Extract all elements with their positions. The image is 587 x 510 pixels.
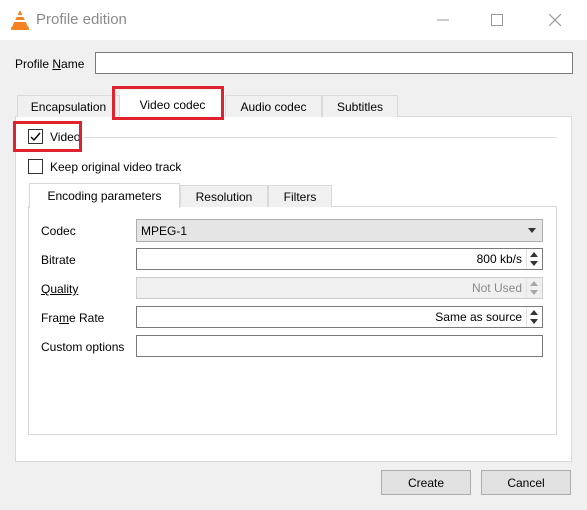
vlc-cone-icon xyxy=(10,9,30,31)
spin-up-icon xyxy=(530,281,538,286)
spin-up-icon xyxy=(530,252,538,257)
profile-name-input[interactable] xyxy=(95,52,573,74)
minimize-button[interactable] xyxy=(418,0,468,40)
profile-name-label: Profile Name xyxy=(15,57,85,71)
video-group-line xyxy=(84,137,557,138)
codec-select[interactable]: MPEG-1 xyxy=(136,219,543,242)
chevron-down-icon xyxy=(528,228,536,233)
custom-options-input[interactable] xyxy=(136,335,543,357)
quality-spin-buttons[interactable] xyxy=(526,278,542,298)
spin-down-icon xyxy=(530,261,538,266)
create-button[interactable]: Create xyxy=(381,470,471,495)
tab-audio-codec[interactable]: Audio codec xyxy=(225,95,322,117)
tab-resolution[interactable]: Resolution xyxy=(180,185,268,207)
quality-label: Quality xyxy=(41,282,79,296)
frame-rate-label: Frame Rate xyxy=(41,311,105,325)
video-checkbox-highlight xyxy=(13,121,82,152)
tab-subtitles[interactable]: Subtitles xyxy=(322,95,398,117)
frame-rate-value: Same as source xyxy=(435,310,522,324)
maximize-button[interactable] xyxy=(472,0,522,40)
keep-original-checkbox[interactable] xyxy=(28,159,43,174)
quality-value: Not Used xyxy=(471,281,522,295)
spin-down-icon xyxy=(530,319,538,324)
codec-value: MPEG-1 xyxy=(141,224,188,238)
bitrate-spin-buttons[interactable] xyxy=(526,249,542,269)
tab-encoding-parameters[interactable]: Encoding parameters xyxy=(29,183,180,208)
cancel-button[interactable]: Cancel xyxy=(481,470,571,495)
quality-spinbox[interactable]: Not Used xyxy=(136,277,543,299)
close-button[interactable] xyxy=(530,0,580,40)
window-title: Profile edition xyxy=(36,11,127,28)
frame-rate-spinbox[interactable]: Same as source xyxy=(136,306,543,328)
spin-up-icon xyxy=(530,310,538,315)
tab-filters[interactable]: Filters xyxy=(268,185,332,207)
video-codec-tab-highlight xyxy=(112,86,224,120)
frame-rate-spin-buttons[interactable] xyxy=(526,307,542,327)
bitrate-spinbox[interactable]: 800 kb/s xyxy=(136,248,543,270)
custom-options-label: Custom options xyxy=(41,340,125,354)
tab-encapsulation[interactable]: Encapsulation xyxy=(17,95,120,117)
bitrate-label: Bitrate xyxy=(41,253,76,267)
close-icon xyxy=(549,14,561,26)
minimize-icon xyxy=(437,19,449,21)
bitrate-value: 800 kb/s xyxy=(476,252,522,266)
codec-label: Codec xyxy=(41,224,76,238)
keep-original-label: Keep original video track xyxy=(50,160,182,174)
spin-down-icon xyxy=(530,290,538,295)
maximize-icon xyxy=(491,14,503,26)
